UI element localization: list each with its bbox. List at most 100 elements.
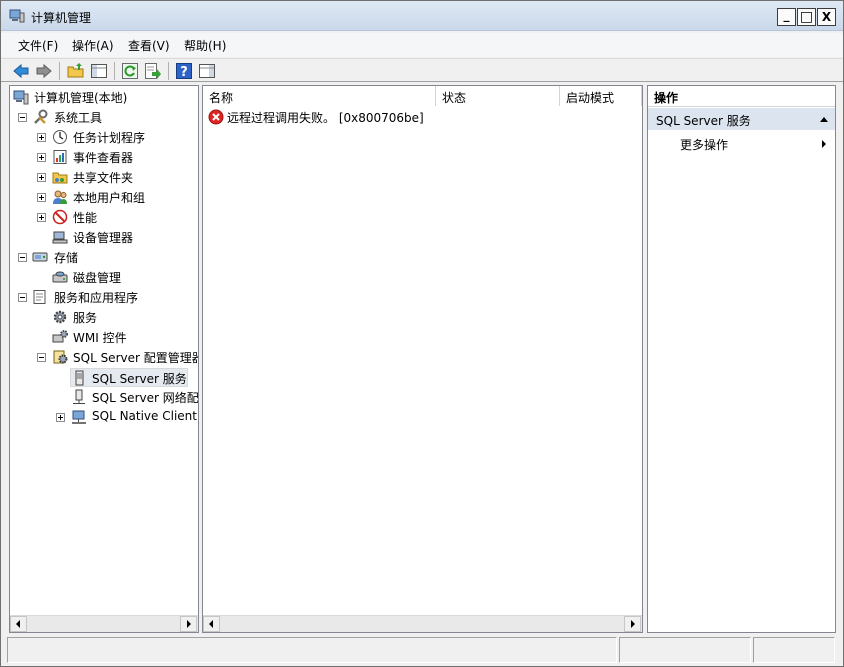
tree-item-label: 性能 bbox=[73, 211, 98, 225]
tree-item-event-viewer[interactable]: 事件查看器 bbox=[10, 148, 198, 166]
up-folder-icon[interactable] bbox=[67, 62, 85, 80]
tree-item-storage[interactable]: 存储 bbox=[10, 248, 198, 266]
performance-icon bbox=[52, 209, 68, 225]
back-arrow-icon[interactable] bbox=[12, 62, 30, 80]
list-item-error[interactable]: 远程过程调用失败。 [0x800706be] bbox=[207, 108, 627, 126]
users-icon bbox=[53, 190, 67, 204]
expand-toggle[interactable] bbox=[56, 413, 65, 422]
tree-item-shared-folders[interactable]: 共享文件夹 bbox=[10, 168, 198, 186]
wmi-icon bbox=[52, 330, 68, 343]
collapse-toggle[interactable] bbox=[37, 353, 46, 362]
actions-header: 操作 bbox=[648, 86, 835, 107]
tree-item-services[interactable]: 服务 bbox=[10, 308, 198, 326]
actions-pane: 操作 SQL Server 服务 更多操作 bbox=[647, 85, 836, 633]
tree-item-task-scheduler[interactable]: 任务计划程序 bbox=[10, 128, 198, 146]
tree-item-label: 服务 bbox=[73, 311, 98, 325]
tree-item-disk-management[interactable]: 磁盘管理 bbox=[10, 268, 198, 286]
scroll-right-button[interactable] bbox=[624, 616, 641, 632]
tree-item-computer-management[interactable]: 计算机管理(本地) bbox=[10, 88, 198, 106]
sql-config-icon bbox=[53, 350, 68, 364]
list-header: 名称 状态 启动模式 bbox=[203, 86, 642, 106]
results-list-pane[interactable]: 名称 状态 启动模式 远程过程调用失败。 [0x800706be] bbox=[202, 85, 643, 633]
scroll-right-button[interactable] bbox=[180, 616, 197, 632]
tree-item-device-manager[interactable]: 设备管理器 bbox=[10, 228, 198, 246]
show-hide-action-pane-icon[interactable] bbox=[198, 62, 216, 80]
column-header-status[interactable]: 状态 bbox=[436, 86, 560, 106]
tree-item-label: 系统工具 bbox=[54, 111, 103, 125]
actions-section-label: SQL Server 服务 bbox=[656, 114, 751, 128]
list-horizontal-scrollbar[interactable] bbox=[203, 615, 642, 632]
tree-item-sql-server-services[interactable]: SQL Server 服务 bbox=[70, 368, 188, 387]
svg-text:?: ? bbox=[180, 65, 188, 80]
toolbar-separator bbox=[59, 62, 60, 80]
window-title: 计算机管理 bbox=[31, 11, 92, 25]
tools-icon bbox=[34, 109, 48, 124]
collapse-toggle[interactable] bbox=[18, 113, 27, 122]
tree-item-services-applications[interactable]: 服务和应用程序 bbox=[10, 288, 198, 306]
tree-item-local-users-groups[interactable]: 本地用户和组 bbox=[10, 188, 198, 206]
menu-help[interactable]: 帮助(H) bbox=[184, 37, 226, 54]
tree-item-label: 设备管理器 bbox=[73, 231, 134, 245]
tree-item-label: 服务和应用程序 bbox=[54, 291, 139, 305]
menu-action[interactable]: 操作(A) bbox=[72, 37, 114, 54]
toolbar-separator bbox=[168, 62, 169, 80]
tree-item-sql-native-client[interactable]: SQL Native Client bbox=[10, 408, 198, 426]
network-server-icon bbox=[73, 389, 85, 404]
title-bar[interactable]: 计算机管理 _ □ X bbox=[1, 1, 843, 31]
tree-item-label: SQL Server 配置管理器 bbox=[73, 351, 199, 365]
close-button[interactable]: X bbox=[817, 8, 836, 26]
minimize-button[interactable]: _ bbox=[777, 8, 796, 26]
tree-item-sql-network-config[interactable]: SQL Server 网络配置 bbox=[10, 388, 199, 406]
error-message: 远程过程调用失败。 [0x800706be] bbox=[227, 111, 424, 125]
scroll-left-button[interactable] bbox=[10, 616, 27, 632]
maximize-button[interactable]: □ bbox=[797, 8, 816, 26]
forward-arrow-icon[interactable] bbox=[35, 62, 53, 80]
computer-icon bbox=[13, 90, 29, 105]
column-header-startup-mode[interactable]: 启动模式 bbox=[560, 86, 642, 106]
app-window: 计算机管理 _ □ X 文件(F) 操作(A) 查看(V) 帮助(H) ? 计算… bbox=[0, 0, 844, 667]
submenu-arrow-icon bbox=[822, 140, 826, 148]
export-list-icon[interactable] bbox=[144, 62, 162, 80]
tree-horizontal-scrollbar[interactable] bbox=[10, 615, 198, 632]
tree-item-label: 存储 bbox=[54, 251, 79, 265]
show-hide-tree-icon[interactable] bbox=[90, 62, 108, 80]
actions-section-sql-server-services[interactable]: SQL Server 服务 bbox=[648, 108, 835, 130]
minimize-icon: _ bbox=[783, 8, 790, 22]
storage-icon bbox=[32, 252, 48, 262]
refresh-icon[interactable] bbox=[121, 62, 139, 80]
scroll-left-button[interactable] bbox=[203, 616, 220, 632]
tree-item-wmi-control[interactable]: WMI 控件 bbox=[10, 328, 198, 346]
status-segment-main bbox=[7, 637, 617, 663]
tree-item-system-tools[interactable]: 系统工具 bbox=[10, 108, 198, 126]
action-more-actions-label: 更多操作 bbox=[680, 138, 729, 152]
help-icon[interactable]: ? bbox=[175, 62, 193, 80]
tree-item-label: WMI 控件 bbox=[73, 331, 127, 345]
tree-item-label: 共享文件夹 bbox=[73, 171, 134, 185]
expand-toggle[interactable] bbox=[37, 153, 46, 162]
status-segment-3 bbox=[753, 637, 835, 663]
collapse-toggle[interactable] bbox=[18, 293, 27, 302]
expand-toggle[interactable] bbox=[37, 173, 46, 182]
scroll-left-icon bbox=[209, 620, 213, 628]
collapse-toggle[interactable] bbox=[18, 253, 27, 262]
actions-header-label: 操作 bbox=[654, 91, 679, 105]
expand-toggle[interactable] bbox=[37, 133, 46, 142]
scroll-left-icon bbox=[16, 620, 20, 628]
menu-file[interactable]: 文件(F) bbox=[18, 37, 58, 54]
toolbar-separator bbox=[114, 62, 115, 80]
column-header-name[interactable]: 名称 bbox=[203, 86, 436, 106]
expand-toggle[interactable] bbox=[37, 213, 46, 222]
navigation-tree-pane[interactable]: 计算机管理(本地) 系统工具 任务计划程序 事件查看器 共享文件夹 本地用户和组… bbox=[9, 85, 199, 633]
tree-item-label: SQL Server 网络配置 bbox=[92, 391, 199, 405]
tree-item-label: SQL Native Client bbox=[92, 409, 197, 423]
menu-view[interactable]: 查看(V) bbox=[128, 37, 170, 54]
expand-toggle[interactable] bbox=[37, 193, 46, 202]
tree-item-performance[interactable]: 性能 bbox=[10, 208, 198, 226]
tree-item-sql-config-manager[interactable]: SQL Server 配置管理器 bbox=[10, 348, 199, 366]
gear-icon bbox=[53, 310, 67, 324]
menu-bar: 文件(F) 操作(A) 查看(V) 帮助(H) bbox=[1, 33, 843, 57]
action-more-actions[interactable]: 更多操作 bbox=[648, 132, 835, 154]
tree-item-label: 本地用户和组 bbox=[73, 191, 146, 205]
collapse-up-icon[interactable] bbox=[819, 115, 829, 123]
disk-icon bbox=[52, 271, 68, 283]
